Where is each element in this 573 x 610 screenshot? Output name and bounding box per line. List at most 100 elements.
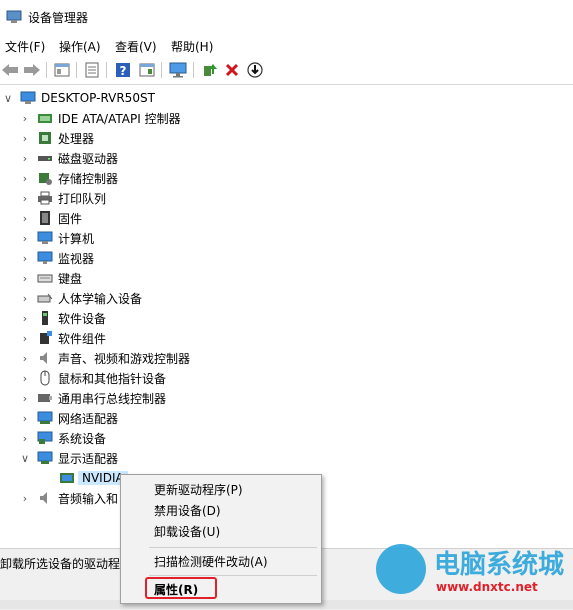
tree-item[interactable]: › 计算机 [19,228,94,248]
printer-icon [37,190,53,206]
chevron-right-icon[interactable]: › [19,308,31,328]
chevron-right-icon[interactable]: › [19,208,31,228]
chevron-right-icon[interactable]: › [19,268,31,288]
chevron-right-icon[interactable]: › [19,388,31,408]
tree-item[interactable]: › 通用串行总线控制器 [19,388,166,408]
tree-item[interactable]: › 系统设备 [19,428,106,448]
chevron-right-icon[interactable]: › [19,488,31,508]
chevron-down-icon[interactable]: ∨ [19,448,31,468]
tree-item-label: 监视器 [58,251,95,266]
chevron-right-icon[interactable]: › [19,248,31,268]
tree-item-label: 固件 [58,211,83,226]
computer-icon [37,230,53,246]
tree-item[interactable]: › 键盘 [19,268,82,288]
tree-item[interactable]: › 网络适配器 [19,408,118,428]
menu-item-scan-hardware[interactable]: 扫描检测硬件改动(A) [121,550,321,572]
menu-bar: 文件(F) 操作(A) 查看(V) 帮助(H) [0,34,573,56]
forward-arrow-icon[interactable] [22,60,42,80]
menu-separator [149,575,317,576]
chevron-down-icon[interactable]: ∨ [2,88,14,108]
tree-item-label: 通用串行总线控制器 [58,391,167,406]
tree-item[interactable]: ∨ 显示适配器 [19,448,118,468]
update-driver-icon[interactable] [200,60,220,80]
tree-item[interactable]: › 处理器 [19,128,94,148]
watermark-logo-icon [376,544,426,594]
menu-file[interactable]: 文件(F) [5,38,45,55]
menu-view[interactable]: 查看(V) [115,38,157,55]
chevron-right-icon[interactable]: › [19,108,31,128]
speaker-icon [37,490,53,506]
chevron-right-icon[interactable]: › [19,288,31,308]
tree-item[interactable]: › 存储控制器 [19,168,118,188]
tree-item-label: IDE ATA/ATAPI 控制器 [58,111,181,126]
hid-icon [37,290,53,306]
window-title: 设备管理器 [28,11,89,25]
properties-highlight-box [145,577,217,599]
software-device-icon [37,310,53,326]
tree-item[interactable]: › 声音、视频和游戏控制器 [19,348,190,368]
system-device-icon [37,430,53,446]
tree-item[interactable]: › 监视器 [19,248,94,268]
tree-item[interactable]: › 磁盘驱动器 [19,148,118,168]
menu-action[interactable]: 操作(A) [59,38,101,55]
back-arrow-icon[interactable] [0,60,20,80]
chevron-right-icon[interactable]: › [19,428,31,448]
list-icon[interactable] [82,60,102,80]
tree-item[interactable]: › 人体学输入设备 [19,288,142,308]
chevron-right-icon[interactable]: › [19,328,31,348]
chevron-right-icon[interactable]: › [19,368,31,388]
device-manager-icon [6,10,22,23]
chevron-right-icon[interactable]: › [19,228,31,248]
root-label: DESKTOP-RVR50ST [41,91,155,105]
software-component-icon [37,330,53,346]
chevron-right-icon[interactable]: › [19,408,31,428]
tree-root[interactable]: ∨ DESKTOP-RVR50ST [2,88,155,108]
properties-icon[interactable] [52,60,72,80]
tree-item[interactable]: › IDE ATA/ATAPI 控制器 [19,108,181,128]
download-icon[interactable] [245,60,265,80]
chevron-right-icon[interactable]: › [19,148,31,168]
tree-item-label: 网络适配器 [58,411,119,426]
tree-item[interactable]: › 固件 [19,208,82,228]
view-icon[interactable] [137,60,157,80]
menu-item-label: 更新驱动程序(P) [154,482,243,497]
tree-item[interactable]: › 音频输入和 [19,488,118,508]
tree-child-nvidia[interactable]: NVIDIA [53,468,128,488]
title-bar: 设备管理器 [0,0,573,34]
tree-item[interactable]: › 鼠标和其他指针设备 [19,368,166,388]
menu-item-disable-device[interactable]: 禁用设备(D) [121,499,321,521]
display-adapter-icon [37,450,53,466]
processor-icon [37,130,53,146]
menu-separator [149,547,317,548]
chevron-right-icon[interactable]: › [19,168,31,188]
storage-controller-icon [37,170,53,186]
menu-item-update-driver[interactable]: 更新驱动程序(P) [121,478,321,500]
help-icon[interactable]: ? [113,60,133,80]
tree-item-label: 存储控制器 [58,171,119,186]
monitor-icon [37,250,53,266]
tree-item-label: 磁盘驱动器 [58,151,119,166]
context-menu: 更新驱动程序(P) 禁用设备(D) 卸载设备(U) 扫描检测硬件改动(A) 属性… [120,474,322,604]
toolbar: ? [0,56,573,85]
watermark-url: www.dnxtc.net [436,580,538,594]
tree-item-label: 人体学输入设备 [58,291,143,306]
monitor-icon[interactable] [168,60,188,80]
watermark-text: 电脑系统城 [434,550,565,580]
tree-item-label: 声音、视频和游戏控制器 [58,351,191,366]
network-adapter-icon [37,410,53,426]
tree-item[interactable]: › 软件设备 [19,308,106,328]
tree-item[interactable]: › 打印队列 [19,188,106,208]
status-text: 卸载所选设备的驱动程 [0,557,121,571]
computer-icon [20,90,36,106]
tree-item-label: 音频输入和 [58,491,119,506]
tree-item-label: 键盘 [58,271,83,286]
watermark: 电脑系统城 www.dnxtc.net [376,540,573,609]
menu-help[interactable]: 帮助(H) [171,38,213,55]
menu-item-label: 禁用设备(D) [154,503,221,518]
chevron-right-icon[interactable]: › [19,128,31,148]
menu-item-uninstall-device[interactable]: 卸载设备(U) [121,520,321,542]
chevron-right-icon[interactable]: › [19,348,31,368]
uninstall-icon[interactable] [222,60,242,80]
tree-item[interactable]: › 软件组件 [19,328,106,348]
chevron-right-icon[interactable]: › [19,188,31,208]
